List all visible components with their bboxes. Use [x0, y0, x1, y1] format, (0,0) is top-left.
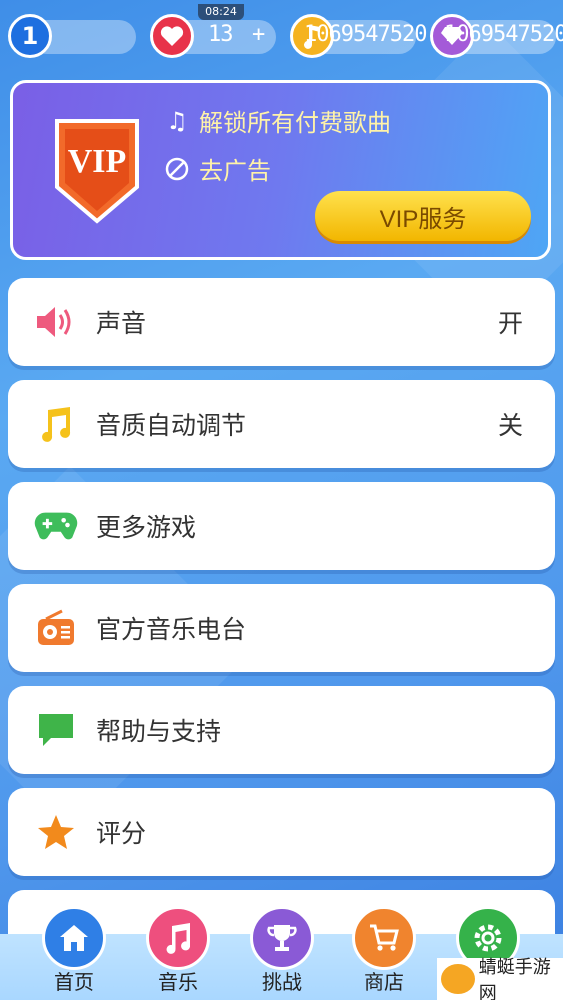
menu-item-label: 音质自动调节	[96, 411, 247, 440]
vip-badge-text: VIP	[67, 143, 127, 180]
nav-item-music[interactable]: 音乐	[138, 906, 218, 1000]
gamepad-icon	[34, 504, 78, 548]
no-ads-icon	[163, 155, 191, 183]
menu-item-rate[interactable]: 评分	[8, 788, 555, 876]
chat-bubble-icon	[34, 708, 78, 752]
vip-perk-songs: ♫ 解锁所有付费歌曲	[163, 103, 391, 138]
nav-label: 首页	[54, 970, 94, 994]
coins-count: 1069547520	[304, 22, 427, 47]
menu-item-label: 更多游戏	[96, 513, 197, 542]
vip-banner[interactable]: VIP ♫ 解锁所有付费歌曲 去广告 VIP服务	[10, 80, 551, 260]
music-note-icon: ♫	[166, 106, 188, 135]
add-lives-button[interactable]: +	[252, 22, 265, 47]
vip-perk-noads: 去广告	[163, 151, 271, 186]
heart-icon	[150, 14, 194, 58]
watermark-logo-icon	[441, 964, 475, 994]
menu-item-more-games[interactable]: 更多游戏	[8, 482, 555, 570]
menu-item-label: 帮助与支持	[96, 717, 222, 746]
star-icon	[34, 810, 78, 854]
menu-item-sound[interactable]: 声音 开	[8, 278, 555, 366]
status-time: 08:24	[198, 4, 244, 20]
radio-icon	[34, 606, 78, 650]
nav-item-shop[interactable]: 商店	[344, 906, 424, 1000]
menu-item-help[interactable]: 帮助与支持	[8, 686, 555, 774]
menu-item-label: 声音	[96, 309, 147, 338]
music-icon	[146, 906, 210, 970]
vip-service-button[interactable]: VIP服务	[315, 191, 531, 241]
trophy-icon	[250, 906, 314, 970]
sound-toggle[interactable]: 开	[498, 304, 523, 340]
vip-perk-songs-label: 解锁所有付费歌曲	[199, 109, 391, 137]
top-bar: 08:24 1 13 + 1069547520 1069547520	[0, 4, 563, 62]
cart-icon	[352, 906, 416, 970]
nav-label: 音乐	[158, 970, 198, 994]
lives-count: 13	[208, 22, 233, 47]
menu-item-label: 官方音乐电台	[96, 615, 247, 644]
watermark-text: 蜻蜓手游网	[478, 957, 551, 1000]
watermark: 蜻蜓手游网	[437, 957, 563, 1000]
nav-item-challenge[interactable]: 挑战	[242, 906, 322, 1000]
speaker-icon	[34, 300, 78, 344]
nav-label: 挑战	[262, 970, 302, 994]
vip-perk-noads-label: 去广告	[199, 157, 271, 185]
nav-item-home[interactable]: 首页	[34, 906, 114, 1000]
diamonds-count: 1069547520	[444, 22, 563, 47]
menu-item-audio-quality[interactable]: 音质自动调节 关	[8, 380, 555, 468]
music-note-icon	[34, 402, 78, 446]
menu-item-radio[interactable]: 官方音乐电台	[8, 584, 555, 672]
audio-quality-toggle[interactable]: 关	[498, 406, 523, 442]
home-icon	[42, 906, 106, 970]
level-badge: 1	[8, 14, 52, 58]
nav-label: 商店	[364, 970, 404, 994]
menu-item-label: 评分	[96, 819, 147, 848]
